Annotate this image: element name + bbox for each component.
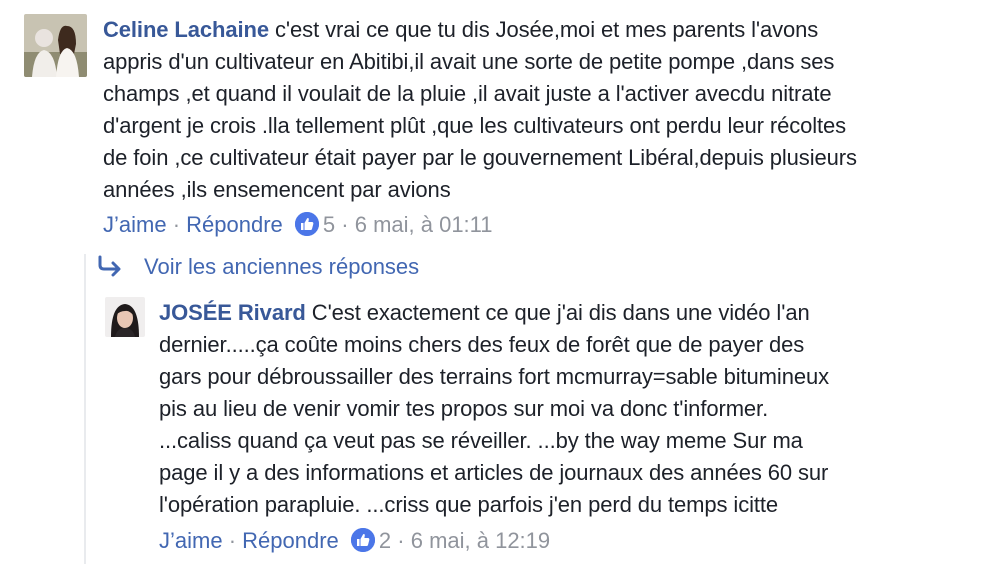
comment-text-line: appris d'un cultivateur en Abitibi,il av… (103, 49, 835, 74)
reply-button[interactable]: Répondre (242, 528, 339, 553)
comment-text-line: années ,ils ensemencent par avions (103, 177, 451, 202)
older-replies-label[interactable]: Voir les anciennes réponses (144, 254, 419, 279)
comment-text-line: dernier.....ça coûte moins chers des feu… (159, 332, 805, 357)
comment-author[interactable]: Celine Lachaine (103, 17, 269, 42)
reply-thread-line (84, 254, 86, 564)
reply-button[interactable]: Répondre (186, 212, 283, 237)
thumbs-up-icon[interactable] (350, 528, 375, 552)
comment-text-line: de foin ,ce cultivateur était payer par … (103, 145, 857, 170)
timestamp[interactable]: 6 mai, à 01:11 (355, 212, 493, 237)
older-replies-link[interactable]: Voir les anciennes réponses (96, 252, 419, 285)
comment-text-line: page il y a des informations et articles… (159, 460, 829, 485)
like-button[interactable]: J’aime (159, 528, 223, 553)
profile-photo-icon (105, 297, 145, 337)
timestamp[interactable]: 6 mai, à 12:19 (411, 528, 550, 553)
comment-text-line: JOSÉE Rivard C'est exactement ce que j'a… (159, 300, 810, 325)
reply-arrow-icon (96, 255, 126, 285)
reaction-count[interactable]: 2 (379, 528, 391, 553)
comment-text-line: champs ,et quand il voulait de la pluie … (103, 81, 832, 106)
comment-text-line: l'opération parapluie. ...criss que parf… (159, 492, 779, 517)
comment-actions: J’aime · Répondre 5 · 6 mai, à 01:11 (103, 212, 493, 237)
avatar[interactable] (24, 14, 87, 77)
comment-text-line: d'argent je crois .lla tellement plût ,q… (103, 113, 847, 138)
comment-text-line: ...caliss quand ça veut pas se réveiller… (159, 428, 803, 453)
profile-photo-icon (24, 14, 87, 77)
reaction-count[interactable]: 5 (323, 212, 335, 237)
comment-text-line: gars pour débroussailler des terrains fo… (159, 364, 830, 389)
comment-actions: J’aime · Répondre 2 · 6 mai, à 12:19 (159, 528, 551, 553)
comment-text-line: pis au lieu de venir vomir tes propos su… (159, 396, 769, 421)
thumbs-up-icon[interactable] (294, 212, 319, 236)
comment-author[interactable]: JOSÉE Rivard (159, 300, 306, 325)
avatar[interactable] (105, 297, 145, 337)
comment-text-line: Celine Lachaine c'est vrai ce que tu dis… (103, 17, 819, 42)
like-button[interactable]: J’aime (103, 212, 167, 237)
